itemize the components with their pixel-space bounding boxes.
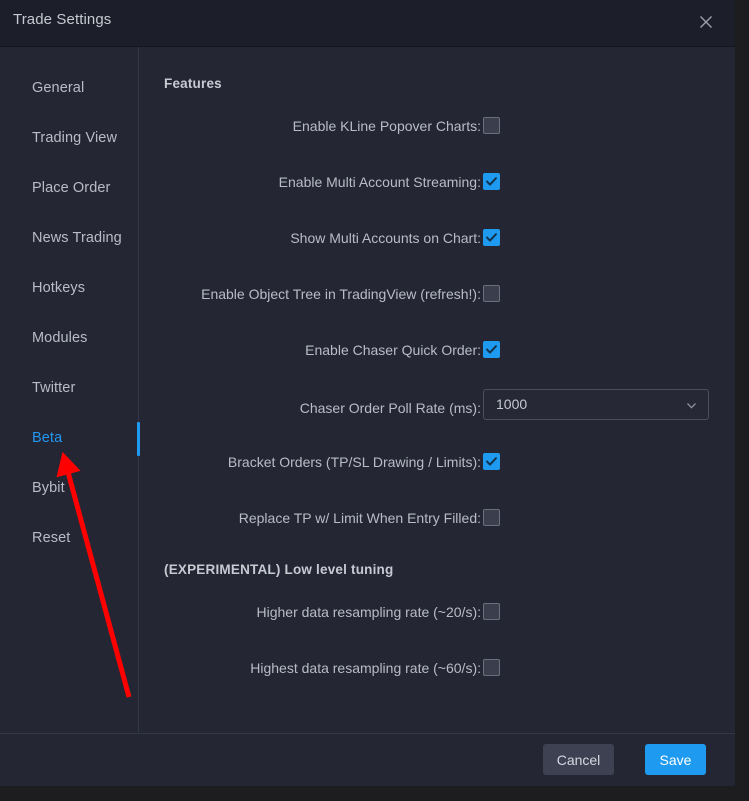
checkbox-checked[interactable] <box>483 341 500 358</box>
setting-label: Replace TP w/ Limit When Entry Filled: <box>238 510 481 526</box>
select-value: 1000 <box>496 396 528 412</box>
setting-row: Chaser Order Poll Rate (ms): 1000 <box>140 389 735 423</box>
checkbox-unchecked[interactable] <box>483 285 500 302</box>
checkbox-checked[interactable] <box>483 229 500 246</box>
sidebar-item-bybit[interactable]: Bybit <box>32 480 65 496</box>
sidebar-item-beta[interactable]: Beta <box>32 430 62 446</box>
sidebar-item-general[interactable]: General <box>32 80 84 96</box>
section-heading: Features <box>164 76 222 91</box>
sidebar-item-modules[interactable]: Modules <box>32 330 88 346</box>
dialog-footer: Cancel Save <box>0 733 735 786</box>
sidebar-item-place-order[interactable]: Place Order <box>32 180 110 196</box>
setting-label: Enable Chaser Quick Order: <box>305 342 481 358</box>
setting-label: Chaser Order Poll Rate (ms): <box>299 400 481 416</box>
setting-label: Bracket Orders (TP/SL Drawing / Limits): <box>227 454 481 470</box>
sidebar-item-news-trading[interactable]: News Trading <box>32 230 122 246</box>
sidebar-item-hotkeys[interactable]: Hotkeys <box>32 280 85 296</box>
setting-row: Bracket Orders (TP/SL Drawing / Limits): <box>140 451 735 477</box>
setting-label: Highest data resampling rate (~60/s): <box>250 660 481 676</box>
setting-row: Show Multi Accounts on Chart: <box>140 227 735 253</box>
setting-label: Enable Object Tree in TradingView (refre… <box>201 286 481 302</box>
checkbox-checked[interactable] <box>483 453 500 470</box>
close-icon[interactable] <box>694 10 718 34</box>
cancel-button[interactable]: Cancel <box>543 744 614 775</box>
dialog-title: Trade Settings <box>13 11 112 28</box>
section-heading: (EXPERIMENTAL) Low level tuning <box>164 562 394 577</box>
settings-main-panel: Features Enable KLine Popover Charts: Enab… <box>140 47 735 732</box>
setting-label: Enable KLine Popover Charts: <box>292 118 481 134</box>
checkbox-unchecked[interactable] <box>483 603 500 620</box>
dialog-titlebar: Trade Settings <box>0 0 735 47</box>
checkbox-checked[interactable] <box>483 173 500 190</box>
setting-row: Replace TP w/ Limit When Entry Filled: <box>140 507 735 533</box>
settings-sidebar: General Trading View Place Order News Tradi… <box>0 47 140 732</box>
checkbox-unchecked[interactable] <box>483 117 500 134</box>
setting-label: Higher data resampling rate (~20/s): <box>256 604 482 620</box>
setting-label: Show Multi Accounts on Chart: <box>290 230 481 246</box>
checkbox-unchecked[interactable] <box>483 659 500 676</box>
trade-settings-dialog: Trade Settings General Trading View Place … <box>0 0 735 786</box>
setting-row: Higher data resampling rate (~20/s): <box>140 601 735 627</box>
sidebar-item-twitter[interactable]: Twitter <box>32 380 75 396</box>
chevron-down-icon <box>685 399 698 412</box>
setting-row: Enable Multi Account Streaming: <box>140 171 735 197</box>
setting-row: Highest data resampling rate (~60/s): <box>140 657 735 683</box>
setting-row: Enable Object Tree in TradingView (refre… <box>140 283 735 309</box>
setting-label: Enable Multi Account Streaming: <box>278 174 481 190</box>
checkbox-unchecked[interactable] <box>483 509 500 526</box>
save-button[interactable]: Save <box>645 744 706 775</box>
setting-row: Enable KLine Popover Charts: <box>140 115 735 141</box>
poll-rate-select[interactable]: 1000 <box>483 389 709 420</box>
sidebar-item-trading-view[interactable]: Trading View <box>32 130 117 146</box>
sidebar-item-reset[interactable]: Reset <box>32 530 70 546</box>
setting-row: Enable Chaser Quick Order: <box>140 339 735 365</box>
